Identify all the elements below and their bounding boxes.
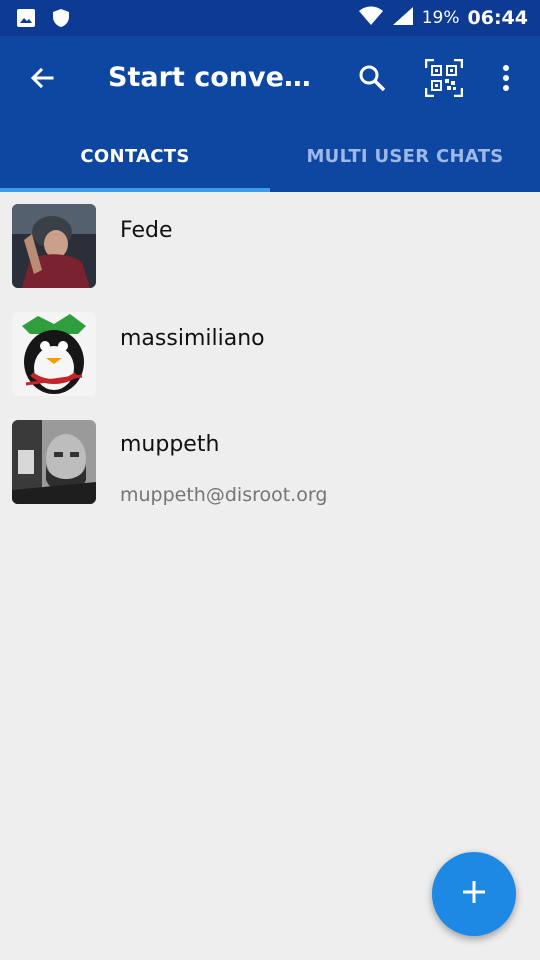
contact-list: Fede massimiliano muppeth muppeth@disroo… [0,192,540,516]
image-icon [16,8,36,32]
scan-qr-button[interactable] [422,58,466,102]
contact-name: massimiliano [120,326,265,351]
shield-icon [52,8,70,32]
more-vert-icon [502,64,510,96]
more-options-button[interactable] [486,58,526,102]
contact-name: Fede [120,218,173,243]
page-title: Start conversation [108,62,318,93]
cell-signal-icon [392,6,414,30]
avatar [12,204,96,288]
battery-percent: 19% [421,8,460,28]
tab-contacts[interactable]: CONTACTS [0,120,270,192]
avatar [12,420,96,504]
tab-bar: CONTACTS MULTI USER CHATS [0,120,540,192]
back-button[interactable] [20,58,64,102]
search-icon [358,64,386,96]
contact-name: muppeth [120,432,220,457]
search-button[interactable] [350,58,394,102]
contact-row[interactable]: massimiliano [0,300,540,408]
toolbar: Start conversation [0,36,540,120]
status-clock: 06:44 [467,7,528,29]
contact-row[interactable]: muppeth muppeth@disroot.org [0,408,540,516]
status-right: 19% 06:44 [358,6,528,30]
qr-code-icon [424,58,464,101]
wifi-icon [358,6,384,30]
tab-multi-user-chats[interactable]: MULTI USER CHATS [270,120,540,192]
back-arrow-icon [28,64,56,96]
plus-icon [461,879,487,909]
status-left-icons [16,8,70,32]
avatar [12,312,96,396]
add-contact-fab[interactable] [432,852,516,936]
app-bar: Start conversation [0,36,540,192]
contact-jid: muppeth@disroot.org [120,484,328,506]
status-bar: 19% 06:44 [0,0,540,36]
contact-row[interactable]: Fede [0,192,540,300]
